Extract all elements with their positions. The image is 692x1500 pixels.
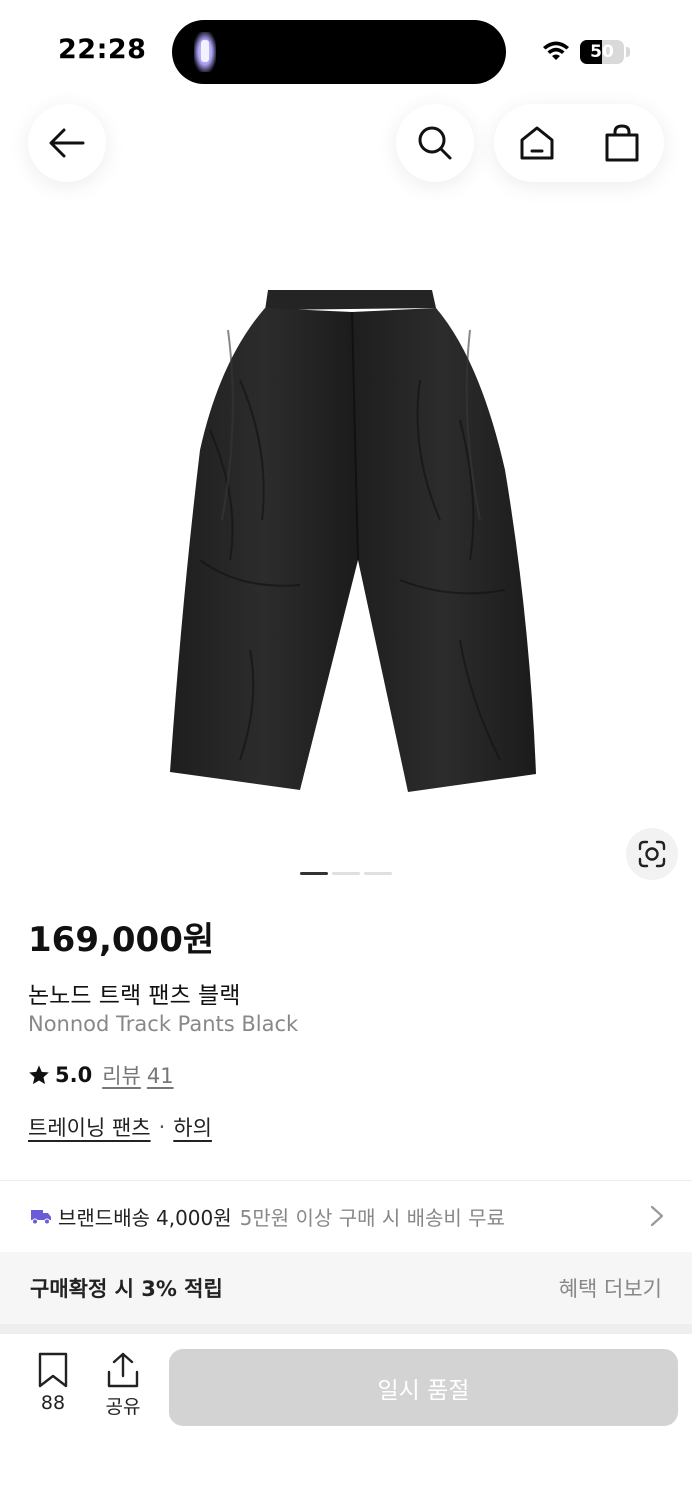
status-time: 22:28: [58, 34, 147, 65]
shipping-label: 브랜드배송: [58, 1205, 150, 1230]
sold-out-button[interactable]: 일시 품절: [169, 1349, 678, 1426]
gallery-dot: [332, 872, 360, 875]
benefits-more-link[interactable]: 혜택 더보기: [559, 1273, 662, 1303]
category-link[interactable]: 트레이닝 팬츠: [28, 1112, 151, 1142]
visual-search-button[interactable]: [626, 828, 678, 880]
search-icon: [418, 126, 452, 160]
rating-row: 5.0 리뷰 41: [28, 1060, 174, 1090]
bookmark-button[interactable]: 88: [25, 1352, 81, 1414]
rating-value: 5.0: [55, 1063, 93, 1087]
gallery-dot: [300, 872, 328, 875]
product-price: 169,000원: [28, 920, 215, 960]
home-cart-group: [494, 104, 664, 182]
dynamic-island: [172, 20, 506, 84]
category-breadcrumb: 트레이닝 팬츠 · 하의: [28, 1112, 212, 1142]
battery-cap: [626, 47, 630, 57]
battery-percent: 50: [590, 42, 614, 62]
review-link[interactable]: 리뷰 41: [102, 1060, 173, 1090]
review-label: 리뷰: [102, 1064, 141, 1088]
truck-icon: [31, 1210, 51, 1225]
lens-icon: [638, 840, 666, 868]
shipping-note: 5만원 이상 구매 시 배송비 무료: [239, 1205, 505, 1230]
flashlight-icon: [194, 32, 216, 72]
cart-button[interactable]: [579, 104, 664, 182]
points-row: 구매확정 시 3% 적립 혜택 더보기: [0, 1252, 692, 1324]
section-spacer: [0, 1324, 692, 1334]
chevron-right-icon: [650, 1205, 664, 1227]
shipping-info-row[interactable]: 브랜드배송 4,000원 5만원 이상 구매 시 배송비 무료: [0, 1181, 692, 1251]
share-label: 공유: [105, 1396, 141, 1418]
gallery-dot: [364, 872, 392, 875]
category-separator: ·: [158, 1115, 166, 1139]
bookmark-icon: [38, 1352, 68, 1388]
search-button[interactable]: [396, 104, 474, 182]
product-name-en: Nonnod Track Pants Black: [28, 1012, 299, 1036]
product-image[interactable]: [0, 230, 692, 850]
product-name-ko: 논노드 트랙 팬츠 블랙: [28, 983, 241, 1009]
subcategory-link[interactable]: 하의: [173, 1112, 212, 1142]
shopping-bag-icon: [605, 124, 638, 162]
back-button[interactable]: [28, 104, 106, 182]
home-button[interactable]: [494, 104, 579, 182]
review-count: 41: [146, 1064, 174, 1088]
shipping-fee: 4,000원: [156, 1205, 232, 1230]
battery-icon: 50: [580, 40, 624, 64]
gallery-indicator: [300, 872, 392, 875]
share-button[interactable]: 공유: [95, 1352, 151, 1419]
bookmark-count: 88: [40, 1392, 66, 1414]
wifi-icon: [543, 41, 569, 60]
points-text: 구매확정 시 3% 적립: [30, 1277, 223, 1301]
home-icon: [520, 126, 553, 160]
arrow-left-icon: [49, 128, 85, 158]
status-bar: 22:28 50: [0, 0, 692, 100]
share-icon: [107, 1352, 139, 1388]
star-icon: [29, 1065, 49, 1085]
bottom-action-bar: 88 공유 일시 품절: [0, 1334, 692, 1500]
